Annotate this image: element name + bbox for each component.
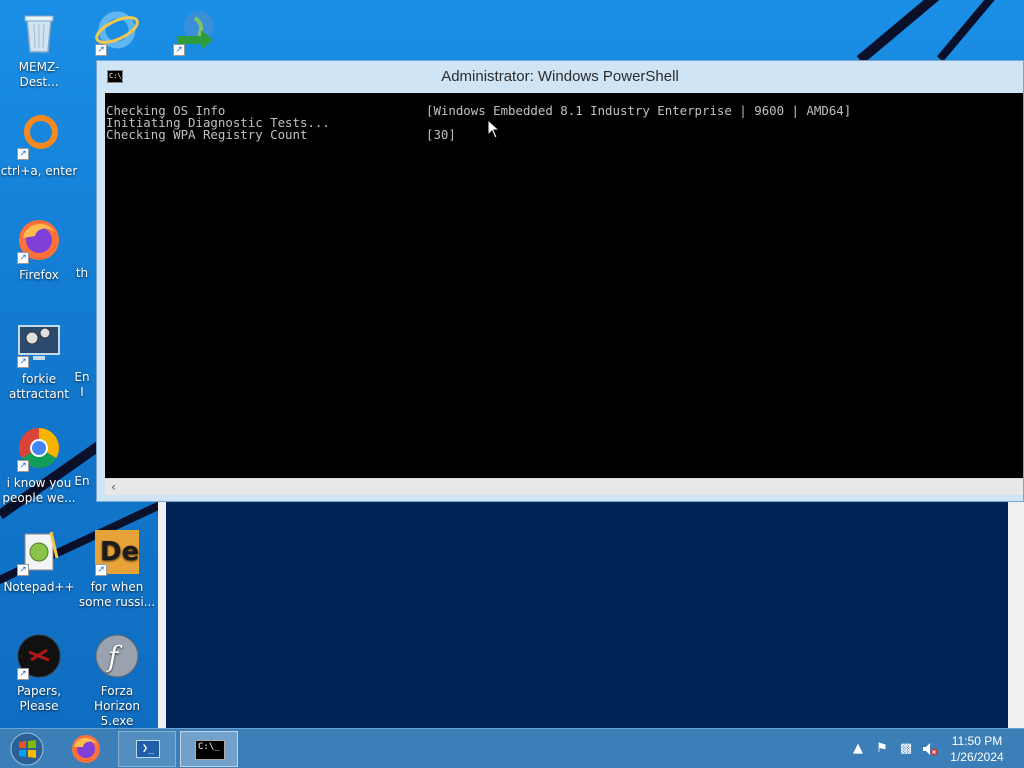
taskbar-powershell-button[interactable]: ❯_	[118, 731, 176, 767]
console-line-value: [Windows Embedded 8.1 Industry Enterpris…	[426, 103, 852, 118]
powershell-console-window[interactable]: C:\_ Administrator: Windows PowerShell C…	[96, 60, 1024, 502]
shortcut-arrow-icon: ↗	[17, 356, 29, 368]
firefox-icon	[72, 735, 100, 763]
window-title: Administrator: Windows PowerShell	[441, 68, 679, 85]
desktop-icon-notepad-plus-plus[interactable]: ↗ Notepad++	[0, 528, 78, 595]
recycle-bin-icon	[15, 8, 63, 56]
chrome-icon: ↗	[15, 424, 63, 472]
taskbar-firefox-button[interactable]	[56, 731, 114, 767]
action-center-flag-icon[interactable]: ⚑	[874, 741, 890, 757]
desktop-icon-ctrl-a-enter[interactable]: ↗ ctrl+a, enter	[0, 112, 78, 179]
settings-monitor-icon: ↗	[15, 320, 63, 368]
shortcut-arrow-icon: ↗	[17, 252, 29, 264]
window-titlebar[interactable]: C:\_ Administrator: Windows PowerShell	[97, 61, 1023, 93]
command-prompt-icon: C:\_	[195, 740, 225, 760]
internet-explorer-icon: ↗	[93, 8, 141, 56]
desktop-icon-label: for when some russi...	[78, 580, 156, 609]
taskbar: ❯_ C:\_ ▲ ⚑ ▩ 11:50 PM 1/26/2024	[0, 728, 1024, 768]
desktop-icon-label: Papers, Please	[16, 684, 62, 713]
shortcut-arrow-icon: ↗	[95, 44, 107, 56]
system-tray: ▲ ⚑ ▩ 11:50 PM 1/26/2024	[840, 729, 1024, 768]
svg-text:De: De	[100, 537, 139, 567]
windows-logo-icon	[10, 732, 44, 766]
horizontal-scrollbar[interactable]: ‹	[105, 478, 1023, 495]
shortcut-arrow-icon: ↗	[173, 44, 185, 56]
show-hidden-icons-chevron-icon[interactable]: ▲	[850, 741, 866, 757]
desktop-icon-label: ctrl+a, enter	[0, 164, 78, 178]
desktop-icon-label: MEMZ-Dest...	[18, 60, 60, 89]
console-line: Checking WPA Registry Count [30]	[105, 127, 1023, 142]
notepad-plus-plus-icon: ↗	[15, 528, 63, 576]
wallpaper-streak	[936, 0, 1021, 62]
shortcut-arrow-icon: ↗	[17, 148, 29, 160]
firefox-icon: ↗	[15, 216, 63, 264]
papers-please-icon: ↗	[15, 632, 63, 680]
orange-ring-icon: ↗	[15, 112, 63, 160]
shortcut-arrow-icon: ↗	[17, 668, 29, 680]
taskbar-console-button[interactable]: C:\_	[180, 731, 238, 767]
download-manager-icon: ↗	[171, 8, 219, 56]
flash-player-icon: f	[93, 632, 141, 680]
network-icon[interactable]: ▩	[898, 741, 914, 757]
shortcut-arrow-icon: ↗	[17, 564, 29, 576]
desktop-icon-download-manager[interactable]: ↗	[156, 8, 234, 60]
desktop-icon-partial-label: En	[74, 474, 90, 488]
scroll-left-arrow-icon[interactable]: ‹	[105, 479, 122, 496]
de-app-icon: De ↗	[93, 528, 141, 576]
volume-muted-icon[interactable]	[922, 741, 938, 757]
start-button[interactable]	[6, 731, 48, 767]
clock-date: 1/26/2024	[950, 750, 1004, 764]
clock-time: 11:50 PM	[951, 734, 1003, 748]
desktop-icon-recycle-bin[interactable]: MEMZ-Dest...	[0, 8, 78, 90]
powershell-icon: ❯_	[136, 740, 160, 758]
desktop-icon-for-when-some-russi[interactable]: De ↗ for when some russi...	[78, 528, 156, 610]
mouse-pointer-icon	[487, 119, 501, 139]
desktop-icon-chrome[interactable]: ↗ i know you people we...	[0, 424, 78, 506]
powershell-client-area	[166, 500, 1008, 728]
desktop-icon-papers-please[interactable]: ↗ Papers, Please	[0, 632, 78, 714]
console-output[interactable]: Checking OS Info [Windows Embedded 8.1 I…	[105, 93, 1023, 478]
desktop-icon-partial-label: En I	[74, 370, 90, 399]
powershell-window-background[interactable]	[158, 500, 1024, 728]
desktop-icon-internet-explorer[interactable]: ↗	[78, 8, 156, 60]
console-line-value: [30]	[426, 127, 456, 142]
desktop-icon-forza-horizon[interactable]: f Forza Horizon 5.exe	[78, 632, 156, 729]
console-line-label: Checking WPA Registry Count	[106, 127, 308, 142]
desktop-icon-label: Notepad++	[3, 580, 75, 594]
desktop-icon-label: Forza Horizon 5.exe	[94, 684, 140, 728]
taskbar-clock[interactable]: 11:50 PM 1/26/2024	[946, 733, 1008, 765]
shortcut-arrow-icon: ↗	[95, 564, 107, 576]
shortcut-arrow-icon: ↗	[17, 460, 29, 472]
